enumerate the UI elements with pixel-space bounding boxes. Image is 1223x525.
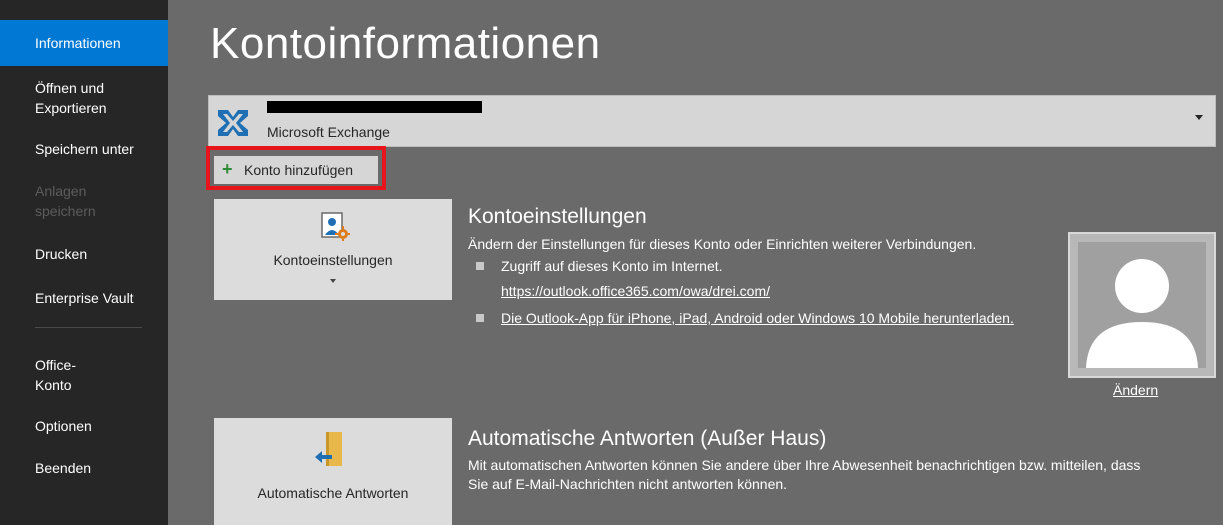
auto-reply-description-line2: Sie auf E-Mail-Nachrichten nicht antwort…: [468, 476, 788, 492]
sidebar-item-label: Office-: [35, 357, 76, 373]
page-title: Kontoinformationen: [210, 19, 601, 68]
account-settings-button[interactable]: Kontoeinstellungen: [214, 199, 452, 300]
add-account-button[interactable]: + Konto hinzufügen: [214, 156, 378, 184]
web-access-text: Zugriff auf dieses Konto im Internet.: [501, 258, 723, 274]
sidebar-item-label: Beenden: [35, 460, 92, 476]
account-selector[interactable]: Microsoft Exchange: [208, 95, 1216, 147]
sidebar-item-label: Öffnen und: [35, 80, 105, 96]
account-type: Microsoft Exchange: [267, 124, 390, 140]
sidebar-item-anlagen-speichern: Anlagen speichern: [0, 181, 168, 221]
bullet-icon: [476, 262, 484, 270]
sidebar-item-label: Speichern unter: [35, 141, 134, 157]
account-settings-title: Kontoeinstellungen: [468, 205, 647, 228]
sidebar-item-label: Informationen: [35, 35, 121, 51]
exchange-icon: [216, 106, 250, 140]
auto-reply-tile-label: Automatische Antworten: [257, 485, 409, 501]
sidebar-item-label: Enterprise Vault: [35, 290, 134, 306]
add-account-label: Konto hinzufügen: [244, 162, 353, 178]
sidebar-item-label: Drucken: [35, 246, 88, 262]
sidebar-item-beenden[interactable]: Beenden: [0, 458, 168, 478]
change-photo-link[interactable]: Ändern: [1113, 382, 1158, 398]
sidebar-item-optionen[interactable]: Optionen: [0, 416, 168, 436]
sidebar-item-label: Anlagen: [35, 183, 87, 199]
sidebar-item-label-line2: speichern: [35, 203, 96, 219]
sidebar-item-speichern-unter[interactable]: Speichern unter: [0, 139, 168, 159]
sidebar-item-label-line2: Exportieren: [35, 100, 107, 116]
chevron-down-icon: [1195, 115, 1203, 120]
sidebar-item-informationen[interactable]: Informationen: [0, 20, 168, 66]
bullet-icon: [476, 314, 484, 322]
sidebar-item-enterprise-vault[interactable]: Enterprise Vault: [0, 288, 168, 308]
auto-reply-description-line1: Mit automatischen Antworten können Sie a…: [468, 457, 1141, 473]
account-settings-tile-label: Kontoeinstellungen: [273, 252, 393, 268]
outlook-app-link[interactable]: Die Outlook-App für iPhone, iPad, Androi…: [501, 310, 1014, 326]
sidebar-item-oeffnen-exportieren[interactable]: Öffnen und Exportieren: [0, 78, 168, 118]
sidebar-item-office-konto[interactable]: Office- Konto: [0, 355, 168, 395]
sidebar-item-label: Optionen: [35, 418, 92, 434]
chevron-down-icon: [330, 279, 336, 283]
account-settings-icon: [321, 212, 350, 241]
owa-link[interactable]: https://outlook.office365.com/owa/drei.c…: [501, 283, 770, 299]
avatar: [1068, 232, 1216, 378]
sidebar-item-label-line2: Konto: [35, 377, 72, 393]
account-settings-description: Ändern der Einstellungen für dieses Kont…: [468, 236, 977, 252]
avatar-image: [1078, 242, 1206, 368]
auto-reply-title: Automatische Antworten (Außer Haus): [468, 427, 827, 450]
user-silhouette-icon: [1078, 242, 1206, 368]
account-name-redacted: [267, 101, 482, 113]
auto-reply-button[interactable]: Automatische Antworten: [214, 418, 452, 525]
sidebar-divider: [35, 327, 142, 328]
out-of-office-icon: [315, 432, 342, 466]
backstage-sidebar: Informationen Öffnen und Exportieren Spe…: [0, 0, 168, 525]
sidebar-item-drucken[interactable]: Drucken: [0, 244, 168, 264]
plus-icon: +: [222, 159, 233, 179]
